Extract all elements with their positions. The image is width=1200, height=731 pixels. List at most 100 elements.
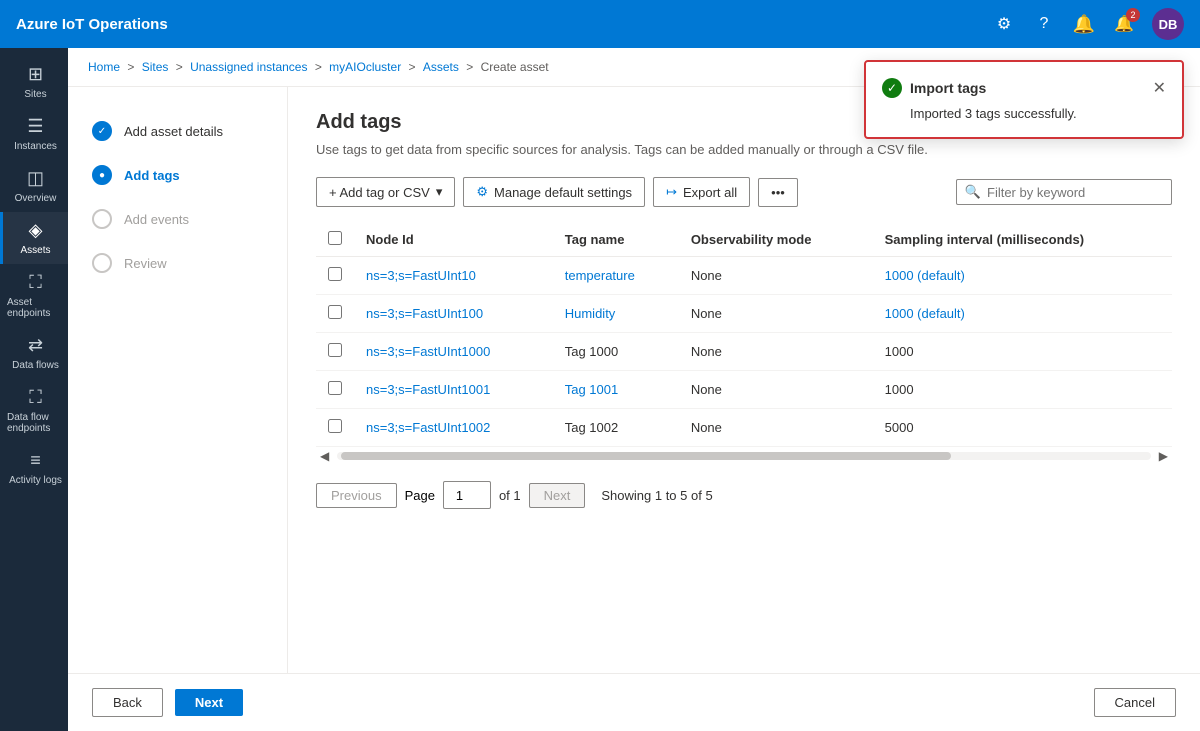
node-id-link[interactable]: ns=3;s=FastUInt1000 xyxy=(366,344,490,359)
tag-name-link[interactable]: Humidity xyxy=(565,306,616,321)
sidebar-item-data-flow-endpoints[interactable]: ⛶ Data flow endpoints xyxy=(0,379,68,442)
tag-name-cell: Tag 1002 xyxy=(553,409,679,447)
observability-mode-cell: None xyxy=(679,409,873,447)
row-checkbox[interactable] xyxy=(328,305,342,319)
more-icon: ••• xyxy=(771,185,785,200)
avatar[interactable]: DB xyxy=(1152,8,1184,40)
col-sampling-interval: Sampling interval (milliseconds) xyxy=(873,223,1172,257)
add-tag-csv-button[interactable]: + Add tag or CSV ▾ xyxy=(316,177,455,207)
wizard-step-add-tags[interactable]: ● Add tags xyxy=(84,155,271,195)
sidebar-item-instances[interactable]: ☰ Instances xyxy=(0,108,68,160)
content-area: ✓ Add asset details ● Add tags Add event… xyxy=(68,87,1200,673)
search-icon: 🔍 xyxy=(965,184,981,200)
help-icon[interactable]: ? xyxy=(1032,12,1056,36)
wizard-step-add-events[interactable]: Add events xyxy=(84,199,271,239)
filter-input[interactable] xyxy=(987,185,1163,200)
horizontal-scrollbar: ◀ ▶ xyxy=(316,447,1172,465)
sidebar-item-activity-logs[interactable]: ≡ Activity logs xyxy=(0,442,68,494)
node-id-link[interactable]: ns=3;s=FastUInt100 xyxy=(366,306,483,321)
node-id-link[interactable]: ns=3;s=FastUInt1002 xyxy=(366,420,490,435)
observability-mode-cell: None xyxy=(679,257,873,295)
alerts-icon[interactable]: 🔔 2 xyxy=(1112,12,1136,36)
badge-count: 2 xyxy=(1126,8,1140,22)
scroll-track[interactable] xyxy=(337,452,1151,460)
sampling-interval-cell: 1000 xyxy=(873,333,1172,371)
breadcrumb-assets[interactable]: Assets xyxy=(423,60,459,74)
node-id-link[interactable]: ns=3;s=FastUInt1001 xyxy=(366,382,490,397)
col-tag-name: Tag name xyxy=(553,223,679,257)
next-page-button[interactable]: Next xyxy=(529,483,586,508)
back-button[interactable]: Back xyxy=(92,688,163,717)
main-container: Home > Sites > Unassigned instances > my… xyxy=(68,48,1200,731)
select-all-checkbox[interactable] xyxy=(328,231,342,245)
wizard-step-review[interactable]: Review xyxy=(84,243,271,283)
table-row: ns=3;s=FastUInt100HumidityNone1000 (defa… xyxy=(316,295,1172,333)
main-panel: Add tags Use tags to get data from speci… xyxy=(288,87,1200,673)
sidebar-item-assets[interactable]: ◈ Assets xyxy=(0,212,68,264)
breadcrumb-sep: > xyxy=(127,60,137,74)
breadcrumb-home[interactable]: Home xyxy=(88,60,120,74)
step-circle-completed: ✓ xyxy=(92,121,112,141)
more-options-button[interactable]: ••• xyxy=(758,178,798,207)
asset-endpoints-icon: ⛶ xyxy=(29,272,42,293)
data-table: Node Id Tag name Observability mode Samp… xyxy=(316,223,1172,447)
col-node-id: Node Id xyxy=(354,223,553,257)
previous-label: Previous xyxy=(331,488,382,503)
scroll-left-arrow[interactable]: ◀ xyxy=(316,447,333,465)
scroll-right-arrow[interactable]: ▶ xyxy=(1155,447,1172,465)
row-checkbox[interactable] xyxy=(328,267,342,281)
step-label: Add asset details xyxy=(124,124,223,139)
filter-input-container: 🔍 xyxy=(956,179,1172,205)
breadcrumb-cluster[interactable]: myAIOcluster xyxy=(329,60,401,74)
export-all-button[interactable]: ↦ Export all xyxy=(653,177,750,207)
tag-name-link[interactable]: Tag 1001 xyxy=(565,382,619,397)
sidebar-item-asset-endpoints[interactable]: ⛶ Asset endpoints xyxy=(0,264,68,327)
col-observability-mode: Observability mode xyxy=(679,223,873,257)
sidebar-item-label: Overview xyxy=(15,193,57,204)
activity-logs-icon: ≡ xyxy=(30,450,41,471)
scroll-thumb xyxy=(341,452,951,460)
step-circle-pending xyxy=(92,209,112,229)
pagination: Previous Page of 1 Next Showing 1 to 5 o… xyxy=(316,477,1172,513)
sidebar: ⊞ Sites ☰ Instances ◫ Overview ◈ Assets … xyxy=(0,48,68,731)
breadcrumb-unassigned[interactable]: Unassigned instances xyxy=(190,60,307,74)
notification-toast: ✓ Import tags ✕ Imported 3 tags successf… xyxy=(864,60,1184,139)
row-checkbox[interactable] xyxy=(328,381,342,395)
next-button[interactable]: Next xyxy=(175,689,243,716)
settings-icon[interactable]: ⚙ xyxy=(992,12,1016,36)
sidebar-item-sites[interactable]: ⊞ Sites xyxy=(0,56,68,108)
sidebar-item-label: Sites xyxy=(24,89,46,100)
sampling-interval-cell: 5000 xyxy=(873,409,1172,447)
tag-name-link[interactable]: temperature xyxy=(565,268,635,283)
sidebar-item-label: Assets xyxy=(20,245,50,256)
observability-mode-cell: None xyxy=(679,295,873,333)
chevron-down-icon: ▾ xyxy=(436,184,443,200)
sidebar-item-overview[interactable]: ◫ Overview xyxy=(0,160,68,212)
panel-description: Use tags to get data from specific sourc… xyxy=(316,142,1172,157)
page-label: Page xyxy=(405,488,435,503)
sidebar-item-data-flows[interactable]: ⇄ Data flows xyxy=(0,327,68,379)
cancel-button[interactable]: Cancel xyxy=(1094,688,1176,717)
toast-header: ✓ Import tags ✕ xyxy=(882,78,1166,98)
node-id-link[interactable]: ns=3;s=FastUInt10 xyxy=(366,268,476,283)
notification-bell-icon[interactable]: 🔔 xyxy=(1072,12,1096,36)
toast-body: Imported 3 tags successfully. xyxy=(910,106,1166,121)
data-flow-endpoints-icon: ⛶ xyxy=(29,387,42,408)
app-title: Azure IoT Operations xyxy=(16,16,168,33)
sidebar-item-label: Data flow endpoints xyxy=(7,412,64,434)
row-checkbox[interactable] xyxy=(328,343,342,357)
step-label-active: Add tags xyxy=(124,168,180,183)
manage-settings-button[interactable]: ⚙ Manage default settings xyxy=(463,177,645,207)
wizard-step-add-asset-details[interactable]: ✓ Add asset details xyxy=(84,111,271,151)
page-input[interactable] xyxy=(443,481,491,509)
toast-close-button[interactable]: ✕ xyxy=(1153,78,1166,98)
table-row: ns=3;s=FastUInt10temperatureNone1000 (de… xyxy=(316,257,1172,295)
top-navigation: Azure IoT Operations ⚙ ? 🔔 🔔 2 DB xyxy=(0,0,1200,48)
page-of: of 1 xyxy=(499,488,521,503)
row-checkbox[interactable] xyxy=(328,419,342,433)
sidebar-item-label: Activity logs xyxy=(9,475,62,486)
breadcrumb-sites[interactable]: Sites xyxy=(142,60,169,74)
success-check-icon: ✓ xyxy=(882,78,902,98)
previous-button[interactable]: Previous xyxy=(316,483,397,508)
step-label-disabled: Add events xyxy=(124,212,189,227)
